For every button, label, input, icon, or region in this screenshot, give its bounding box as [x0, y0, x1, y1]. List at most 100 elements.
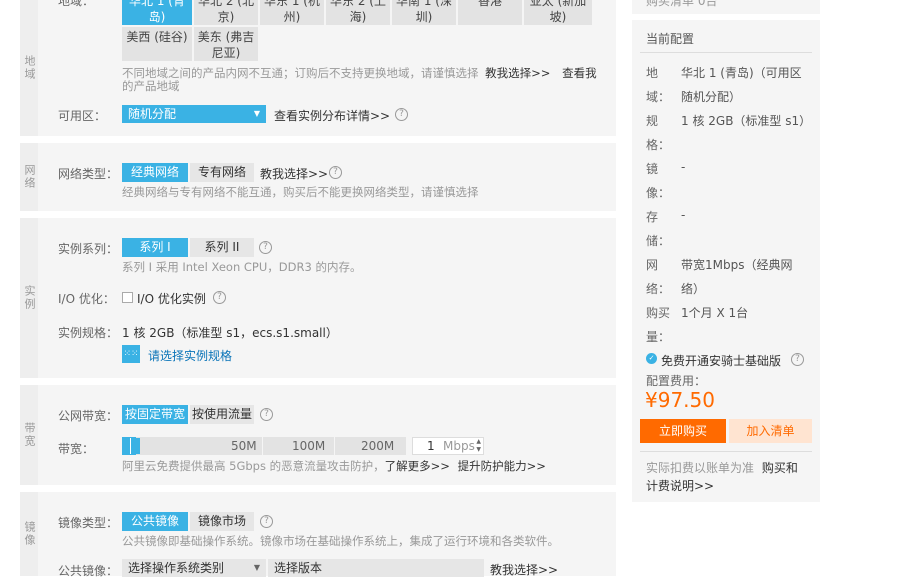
- region-option[interactable]: 美西 (硅谷): [122, 27, 192, 61]
- cart-region-value2: 随机分配）: [681, 90, 742, 104]
- io-label: I/O 优化：: [58, 292, 115, 306]
- traffic-billing-button[interactable]: 按使用流量: [190, 405, 254, 424]
- spec-label: 实例规格：: [58, 326, 119, 340]
- classic-network-button[interactable]: 经典网络: [122, 163, 188, 182]
- choose-spec-link[interactable]: 请选择实例规格: [148, 347, 232, 364]
- public-image-button[interactable]: 公共镜像: [122, 512, 188, 531]
- instance-side-label: 实例: [20, 218, 38, 378]
- io-option-label: I/O 优化实例: [137, 292, 206, 306]
- cart-spec-value: 1 核 2GB（标准型 s1）: [681, 114, 812, 128]
- cart-image-key: 镜: [646, 162, 659, 176]
- cart-image-value: -: [681, 160, 686, 174]
- os-type-select[interactable]: 选择操作系统类别 ▼: [122, 559, 266, 577]
- region-option[interactable]: 香港: [458, 0, 522, 25]
- zone-select-value: 随机分配: [128, 107, 177, 121]
- cart-network-key: 网: [646, 258, 659, 272]
- network-help-link[interactable]: 教我选择>>: [260, 165, 328, 182]
- cart-network-value: 带宽1Mbps（经典网: [681, 258, 793, 272]
- cart-network-key2: 络：: [646, 282, 671, 296]
- cart-count: 购买清单 0台: [646, 0, 718, 8]
- cart-fee-label: 配置费用：: [646, 374, 707, 388]
- help-icon[interactable]: ?: [260, 408, 273, 421]
- bandwidth-note-text: 阿里云免费提供最高 5Gbps 的恶意流量攻击防护，: [122, 459, 385, 473]
- os-version-select[interactable]: 选择版本: [268, 559, 484, 577]
- region-option[interactable]: 华南 1 (深 圳): [392, 0, 456, 25]
- cart-region-key2: 域：: [646, 90, 671, 104]
- bandwidth-input[interactable]: 1 Mbps ▲ ▼: [412, 437, 484, 455]
- series-note: 系列 I 采用 Intel Xeon CPU，DDR3 的内存。: [122, 260, 362, 274]
- cart-spec-key2: 格：: [646, 138, 671, 152]
- help-icon[interactable]: ?: [260, 515, 273, 528]
- bandwidth-slider-handle[interactable]: [130, 438, 140, 454]
- slider-divider: [334, 437, 335, 455]
- network-row-label: 网络类型：: [58, 167, 119, 181]
- caret-down-icon: ▼: [253, 109, 260, 118]
- help-icon[interactable]: ?: [329, 166, 342, 179]
- region-line1: 华东 1 (杭: [264, 0, 320, 8]
- my-regions-link[interactable]: 查看我: [562, 66, 597, 80]
- image-market-button[interactable]: 镜像市场: [190, 512, 254, 531]
- image-note: 公共镜像即基础操作系统。镜像市场在基础操作系统上，集成了运行环境和各类软件。: [122, 534, 559, 548]
- region-option[interactable]: 美东 (弗吉 尼亚): [194, 27, 258, 61]
- bandwidth-side-label: 带宽: [20, 385, 38, 485]
- help-icon[interactable]: ?: [213, 291, 226, 304]
- billing-info-link[interactable]: 购买和: [762, 461, 798, 475]
- cart-qty-value: 1个月 X 1台: [681, 306, 749, 320]
- region-row-label: 地域：: [58, 0, 95, 8]
- image-type-label: 镜像类型：: [58, 516, 119, 530]
- region-help-link[interactable]: 教我选择>>: [485, 66, 550, 80]
- improve-protection-link[interactable]: 提升防护能力>>: [458, 459, 546, 473]
- region-option[interactable]: 华东 1 (杭 州): [260, 0, 324, 25]
- cart-spec-key: 规: [646, 114, 659, 128]
- series-1-button[interactable]: 系列 I: [122, 238, 188, 257]
- vpc-network-button[interactable]: 专有网络: [190, 163, 254, 182]
- cart-security-offer[interactable]: 免费开通安骑士基础版: [661, 352, 781, 369]
- os-type-placeholder: 选择操作系统类别: [128, 561, 225, 575]
- cart-image-key2: 像：: [646, 186, 671, 200]
- region-line1: 华北 2 (北: [198, 0, 254, 8]
- grid-icon: ⁙⁙: [122, 345, 140, 363]
- region-line1: 华南 1 (深: [396, 0, 452, 8]
- slider-tick-label: 100M: [292, 439, 326, 453]
- cart-title: 当前配置: [646, 32, 695, 46]
- public-image-label: 公共镜像：: [58, 564, 119, 578]
- learn-more-link[interactable]: 了解更多>>: [385, 459, 450, 473]
- cart-title-divider: [640, 52, 812, 53]
- spec-value: 1 核 2GB（标准型 s1，ecs.s1.small）: [122, 326, 338, 340]
- image-side-label: 镜像: [20, 492, 38, 576]
- bandwidth-slider-track[interactable]: 50M 100M 200M: [122, 437, 406, 455]
- fixed-bandwidth-button[interactable]: 按固定带宽: [122, 405, 188, 424]
- image-help-link[interactable]: 教我选择>>: [490, 561, 558, 578]
- region-line2: 岛): [148, 10, 166, 24]
- region-option[interactable]: 亚太 (新加 坡): [524, 0, 592, 25]
- cart-qty-key2: 量：: [646, 330, 671, 344]
- region-option[interactable]: 华北 1 (青 岛): [122, 0, 192, 25]
- region-line1: 美东 (弗吉: [197, 30, 255, 44]
- region-option[interactable]: 华东 2 (上 海): [326, 0, 390, 25]
- buy-now-button[interactable]: 立即购买: [640, 419, 726, 443]
- help-icon[interactable]: ?: [259, 241, 272, 254]
- zone-distribution-link[interactable]: 查看实例分布详情>>: [274, 107, 390, 124]
- region-line2: 香港: [477, 0, 502, 8]
- io-checkbox[interactable]: [122, 292, 133, 303]
- shield-icon: ✓: [646, 353, 657, 364]
- bandwidth-label: 带宽：: [58, 442, 95, 456]
- region-note: 不同地域之间的产品内网不互通；订购后不支持更换地域，请谨慎选择 教我选择>> 查…: [122, 66, 612, 80]
- help-icon[interactable]: ?: [791, 353, 804, 366]
- cart-storage-value: -: [681, 208, 686, 222]
- region-line2: 圳): [415, 10, 433, 24]
- add-to-cart-button[interactable]: 加入清单: [729, 419, 812, 443]
- help-icon[interactable]: ?: [395, 108, 408, 121]
- cart-top: 购买清单 0台: [632, 0, 820, 14]
- zone-select[interactable]: 随机分配 ▼: [122, 105, 266, 123]
- cart-footer: 实际扣费以账单为准 购买和 计费说明>>: [646, 459, 806, 495]
- region-note-text: 不同地域之间的产品内网不互通；订购后不支持更换地域，请谨慎选择: [122, 66, 479, 80]
- os-version-placeholder: 选择版本: [274, 561, 323, 575]
- cart-storage-key2: 储：: [646, 234, 671, 248]
- spinner-icon[interactable]: ▲ ▼: [476, 438, 481, 454]
- caret-down-icon: ▼: [253, 563, 260, 572]
- region-option[interactable]: 华北 2 (北 京): [194, 0, 258, 25]
- cart-price: ¥97.50: [645, 388, 715, 412]
- series-2-button[interactable]: 系列 II: [190, 238, 254, 257]
- billing-info-link-2[interactable]: 计费说明>>: [646, 479, 714, 493]
